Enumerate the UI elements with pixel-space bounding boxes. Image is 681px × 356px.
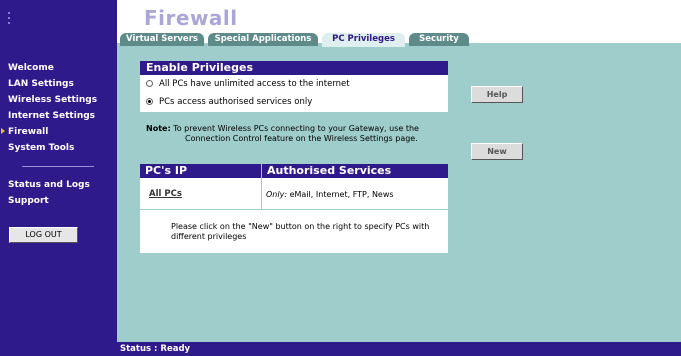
tab-pc-privileges[interactable]: PC Privileges [322,33,405,47]
services-cell: Only: eMail, Internet, FTP, News [266,190,394,199]
radio-label: All PCs have unlimited access to the int… [159,79,350,89]
help-button[interactable]: Help [471,86,523,103]
radio-label: PCs access authorised services only [159,97,313,107]
radio-checked-icon [146,98,153,105]
enable-privileges-heading: Enable Privileges [140,61,448,75]
status-bar: Status : Ready [117,342,681,356]
tab-virtual-servers[interactable]: Virtual Servers [120,33,204,46]
privileges-table: PC's IP Address(es) Authorised Services … [140,164,448,253]
sidebar-decoration [8,12,12,27]
sidebar-item-wireless-settings[interactable]: Wireless Settings [8,95,97,105]
new-button[interactable]: New [471,143,523,160]
column-header-ip: PC's IP Address(es) [140,164,261,191]
ip-link-all-pcs[interactable]: All PCs [149,189,182,199]
column-header-services: Authorised Services [262,164,448,178]
radio-unchecked-icon [146,80,153,87]
sidebar-item-lan-settings[interactable]: LAN Settings [8,79,74,89]
note-label: Note: [146,124,171,133]
sidebar-item-status-and-logs[interactable]: Status and Logs [8,180,90,190]
page-title: Firewall [144,6,238,30]
sidebar-divider [22,166,94,167]
services-value: eMail, Internet, FTP, News [289,190,394,199]
column-divider [261,164,262,209]
radio-authorised-only[interactable]: PCs access authorised services only [146,97,312,107]
note-line-2: Connection Control feature on the Wirele… [185,134,418,143]
sidebar-item-welcome[interactable]: Welcome [8,63,54,73]
sidebar-item-system-tools[interactable]: System Tools [8,143,74,153]
radio-unlimited-access[interactable]: All PCs have unlimited access to the int… [146,79,350,89]
tab-security[interactable]: Security [409,33,469,46]
sidebar-item-support[interactable]: Support [8,196,49,206]
row-divider [140,209,448,210]
note-line-1: To prevent Wireless PCs connecting to yo… [173,124,419,133]
sidebar-item-firewall[interactable]: Firewall [1,127,49,137]
sidebar-item-internet-settings[interactable]: Internet Settings [8,111,95,121]
sidebar-item-label: Firewall [8,127,49,137]
tab-special-applications[interactable]: Special Applications [208,33,318,46]
active-arrow-icon [1,128,5,134]
new-button-hint: Please click on the "New" button on the … [171,222,430,241]
logout-button[interactable]: LOG OUT [9,227,78,243]
enable-privileges-panel: Enable Privileges All PCs have unlimited… [140,61,448,112]
note-text: Note: To prevent Wireless PCs connecting… [146,124,446,144]
sidebar: Welcome LAN Settings Wireless Settings I… [0,0,117,356]
services-prefix: Only: [266,190,288,199]
